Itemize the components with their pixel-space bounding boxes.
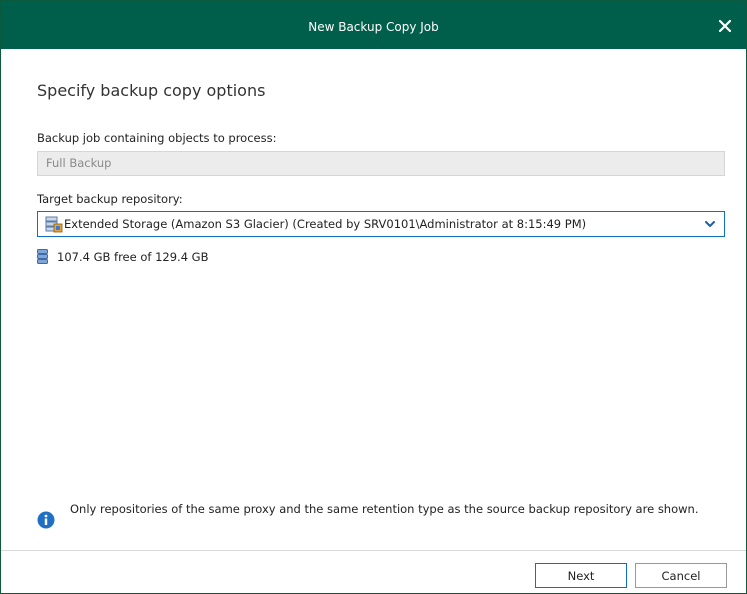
info-note: Only repositories of the same proxy and … <box>37 501 727 541</box>
repository-icon <box>45 216 63 233</box>
cancel-button[interactable]: Cancel <box>635 563 727 588</box>
footer-divider <box>1 550 746 551</box>
target-repository-label: Target backup repository: <box>37 192 183 206</box>
next-button[interactable]: Next <box>535 563 627 588</box>
source-job-label: Backup job containing objects to process… <box>37 131 277 145</box>
capacity-text: 107.4 GB free of 129.4 GB <box>57 250 209 264</box>
target-repository-value: Extended Storage (Amazon S3 Glacier) (Cr… <box>64 217 587 231</box>
chevron-down-icon[interactable] <box>705 221 715 228</box>
page-heading: Specify backup copy options <box>37 81 266 100</box>
close-icon[interactable] <box>718 19 732 33</box>
source-job-field: Full Backup <box>37 151 725 176</box>
title-bar: New Backup Copy Job <box>1 1 746 49</box>
dialog-window: New Backup Copy Job Specify backup copy … <box>0 0 747 594</box>
window-title: New Backup Copy Job <box>308 20 439 34</box>
info-note-text: Only repositories of the same proxy and … <box>70 502 699 516</box>
target-repository-select[interactable]: Extended Storage (Amazon S3 Glacier) (Cr… <box>37 211 725 237</box>
database-icon <box>37 249 48 264</box>
info-icon <box>37 511 55 529</box>
